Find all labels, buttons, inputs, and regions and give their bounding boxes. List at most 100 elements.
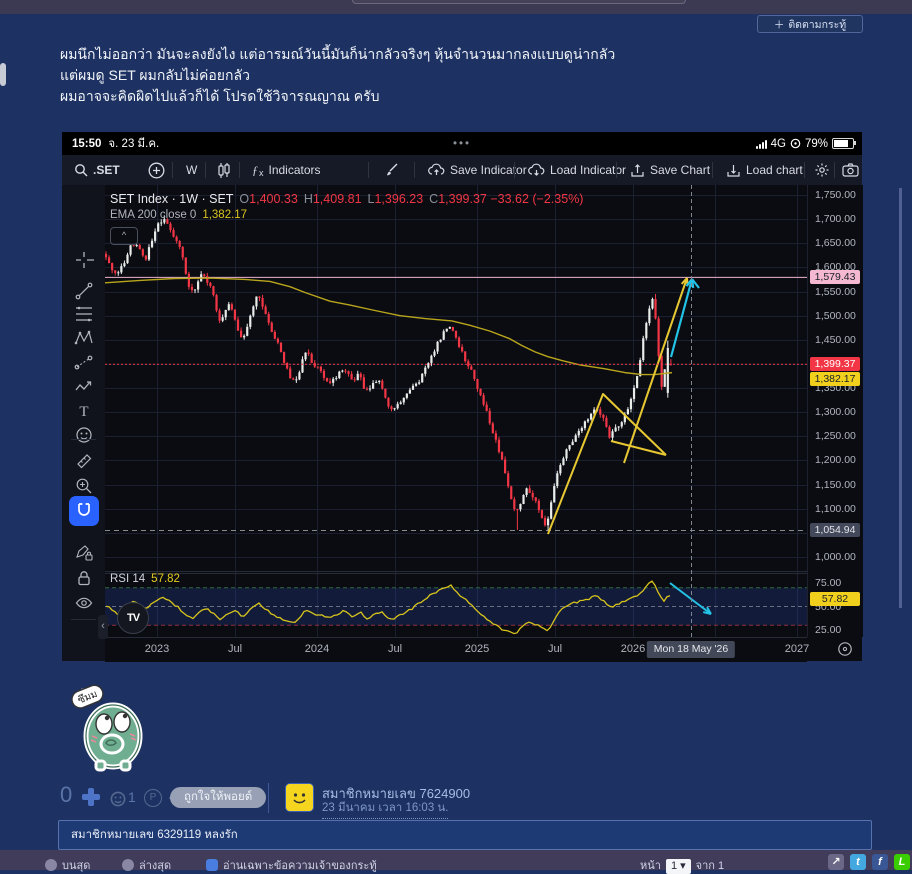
menu-dots: •••	[452, 137, 472, 150]
ema-value: 1,382.17	[202, 209, 248, 221]
price-tick: 1,000.00	[815, 551, 856, 563]
upvote-button[interactable]	[82, 788, 100, 806]
candlestick-icon	[218, 162, 230, 178]
facebook-icon[interactable]: f	[872, 854, 888, 870]
ohlc-key: O	[239, 192, 250, 206]
emoji-reaction-count: 1	[128, 789, 136, 805]
price-tick: 1,550.00	[815, 285, 856, 298]
nav-item-1[interactable]: กิจกรรม	[198, 0, 288, 1]
magnet-tool-icon[interactable]	[69, 496, 99, 526]
search-input[interactable]	[352, 0, 686, 4]
forecast-tool-icon[interactable]	[74, 352, 94, 372]
chart-plot-area[interactable]	[105, 185, 807, 637]
legend-collapse-button[interactable]: ^	[110, 227, 138, 245]
comment-row[interactable]: สมาชิกหมายเลข 6329119 หลงรัก	[58, 820, 872, 850]
arrow-wave-tool-icon[interactable]	[74, 377, 94, 397]
brush-icon	[387, 163, 398, 176]
snapshot-button[interactable]	[842, 155, 859, 185]
signal-icon	[755, 139, 767, 149]
ema-legend[interactable]: EMA 200 close 0 1,382.17	[110, 209, 247, 221]
battery-icon	[832, 138, 856, 149]
post-action-row: 0 1 P ถูกใจให้พอยต์ สมาชิกหมายเลข 762490…	[58, 782, 858, 819]
draw-lock-tool-icon[interactable]	[74, 543, 94, 563]
plus-icon: ＋	[773, 18, 785, 31]
twitter-icon[interactable]: t	[850, 854, 866, 870]
symbol-search-button[interactable]: .SET	[74, 155, 120, 185]
lock-tool-icon[interactable]	[74, 568, 94, 588]
emoji-reaction-icon[interactable]	[110, 791, 126, 807]
share-icon[interactable]: ↗	[828, 854, 844, 870]
scroll-bottom-button[interactable]: ล่างสุด	[122, 856, 171, 874]
pane-collapse-arrow[interactable]: ‹	[98, 615, 108, 639]
brush-tool-button[interactable]	[384, 155, 400, 185]
load-chart-button[interactable]: Load chart	[726, 155, 803, 185]
time-axis[interactable]: Mon 18 May '26 2023 Jul 2024 Jul 2025 Jul 2026…	[105, 637, 809, 662]
indicators-button[interactable]: ƒx Indicators	[252, 155, 321, 185]
drawing-tools-sidebar: T	[62, 185, 106, 702]
scrollbar-fragment	[0, 63, 6, 86]
time-tick: Jul	[227, 643, 243, 655]
post-timestamp[interactable]: 23 มีนาคม เวลา 16:03 น.	[322, 799, 449, 819]
symbol-legend[interactable]: SET Index · 1W · SET O1,400.33 H1,409.81 L1…	[110, 192, 583, 206]
ruler-tool-icon[interactable]	[74, 451, 94, 471]
crosshair-tool-icon[interactable]	[74, 250, 94, 270]
network-label: 4G	[770, 137, 786, 150]
emoji-tool-icon[interactable]	[74, 425, 94, 445]
comment-text: สมาชิกหมายเลข 6329119 หลงรัก	[71, 829, 238, 841]
page-dropdown[interactable]: 1 ▾	[665, 859, 691, 874]
price-tick: 1,300.00	[815, 406, 856, 419]
text-tool-icon[interactable]: T	[74, 401, 94, 421]
save-indicator-button[interactable]: Save Indicator	[428, 155, 527, 185]
time-tick: 2026	[620, 643, 646, 655]
thread-bottom-bar: บนสุด ล่างสุด อ่านเฉพาะข้อความเจ้าของกระ…	[0, 850, 912, 874]
page-selector[interactable]: หน้า 1 ▾ จาก 1	[640, 856, 724, 874]
divider	[268, 783, 269, 813]
ohlc-value: 1,399.37	[438, 192, 487, 206]
compare-add-button[interactable]	[148, 155, 165, 185]
line-icon[interactable]: L	[894, 854, 910, 870]
follow-thread-button[interactable]: ＋ ติดตามกระทู้	[757, 15, 863, 33]
load-indicator-button[interactable]: Load Indicator	[528, 155, 626, 185]
ohlc-key: C	[429, 192, 439, 206]
time-tick: Jul	[547, 643, 563, 655]
author-avatar[interactable]	[285, 783, 314, 812]
rsi-tick: 75.00	[815, 577, 842, 589]
price-tick: 1,150.00	[815, 478, 856, 491]
fib-retracement-tool-icon[interactable]	[74, 304, 94, 324]
chart-style-button[interactable]	[217, 155, 231, 185]
point-icon[interactable]: P	[144, 789, 162, 807]
save-chart-button[interactable]: Save Chart	[630, 155, 710, 185]
time-tick: 2027	[784, 643, 810, 655]
rsi-legend[interactable]: RSI 14 57.82	[110, 573, 180, 585]
give-point-button[interactable]: ถูกใจให้พอยต์	[168, 787, 267, 808]
price-badge-gray: 1,054.94	[810, 523, 860, 538]
rsi-value: 57.82	[151, 573, 180, 585]
eye-tool-icon[interactable]	[74, 593, 94, 613]
cloud-down-icon	[528, 163, 545, 176]
pantip-navbar: Pantip คอมมูนิตี้▼กิจกรรมแท็กฮอตอื่นๆ▼ ต…	[0, 0, 912, 14]
rsi-badge: 57.82	[810, 592, 860, 607]
page-scrollbar[interactable]	[899, 188, 902, 608]
xabcd-pattern-tool-icon[interactable]	[74, 328, 94, 348]
post-body: ผมนึกไม่ออกว่า มันจะลงยังไง แต่อารมณ์วัน…	[60, 44, 840, 107]
trend-line-tool-icon[interactable]	[74, 281, 94, 301]
go-to-realtime-icon[interactable]	[837, 641, 853, 657]
time-tick: 2025	[464, 643, 490, 655]
price-tick: 1,650.00	[815, 237, 856, 250]
scroll-top-button[interactable]: บนสุด	[45, 856, 90, 874]
price-badge-yellow: 1,382.17	[810, 372, 860, 387]
owner-only-toggle[interactable]: อ่านเฉพาะข้อความเจ้าของกระทู้	[206, 856, 377, 874]
interval-button[interactable]: W	[186, 155, 197, 185]
tradingview-logo[interactable]: TV	[117, 602, 149, 634]
price-tick: 1,200.00	[815, 454, 856, 467]
price-axis[interactable]: 1,750.00 1,700.00 1,650.00 1,600.00 1,550.00…	[807, 185, 863, 637]
divider	[71, 439, 96, 440]
sticker-green-monster: ซึมม	[68, 684, 152, 777]
rsi-tick: 25.00	[815, 624, 842, 636]
zoom-in-tool-icon[interactable]	[74, 476, 94, 496]
arrow-down-circle-icon	[122, 859, 134, 871]
price-tick: 1,700.00	[815, 213, 856, 226]
cloud-up-icon	[428, 163, 445, 175]
nav-item-0[interactable]: คอมมูนิตี้▼	[90, 0, 198, 1]
chart-settings-button[interactable]	[814, 155, 830, 185]
